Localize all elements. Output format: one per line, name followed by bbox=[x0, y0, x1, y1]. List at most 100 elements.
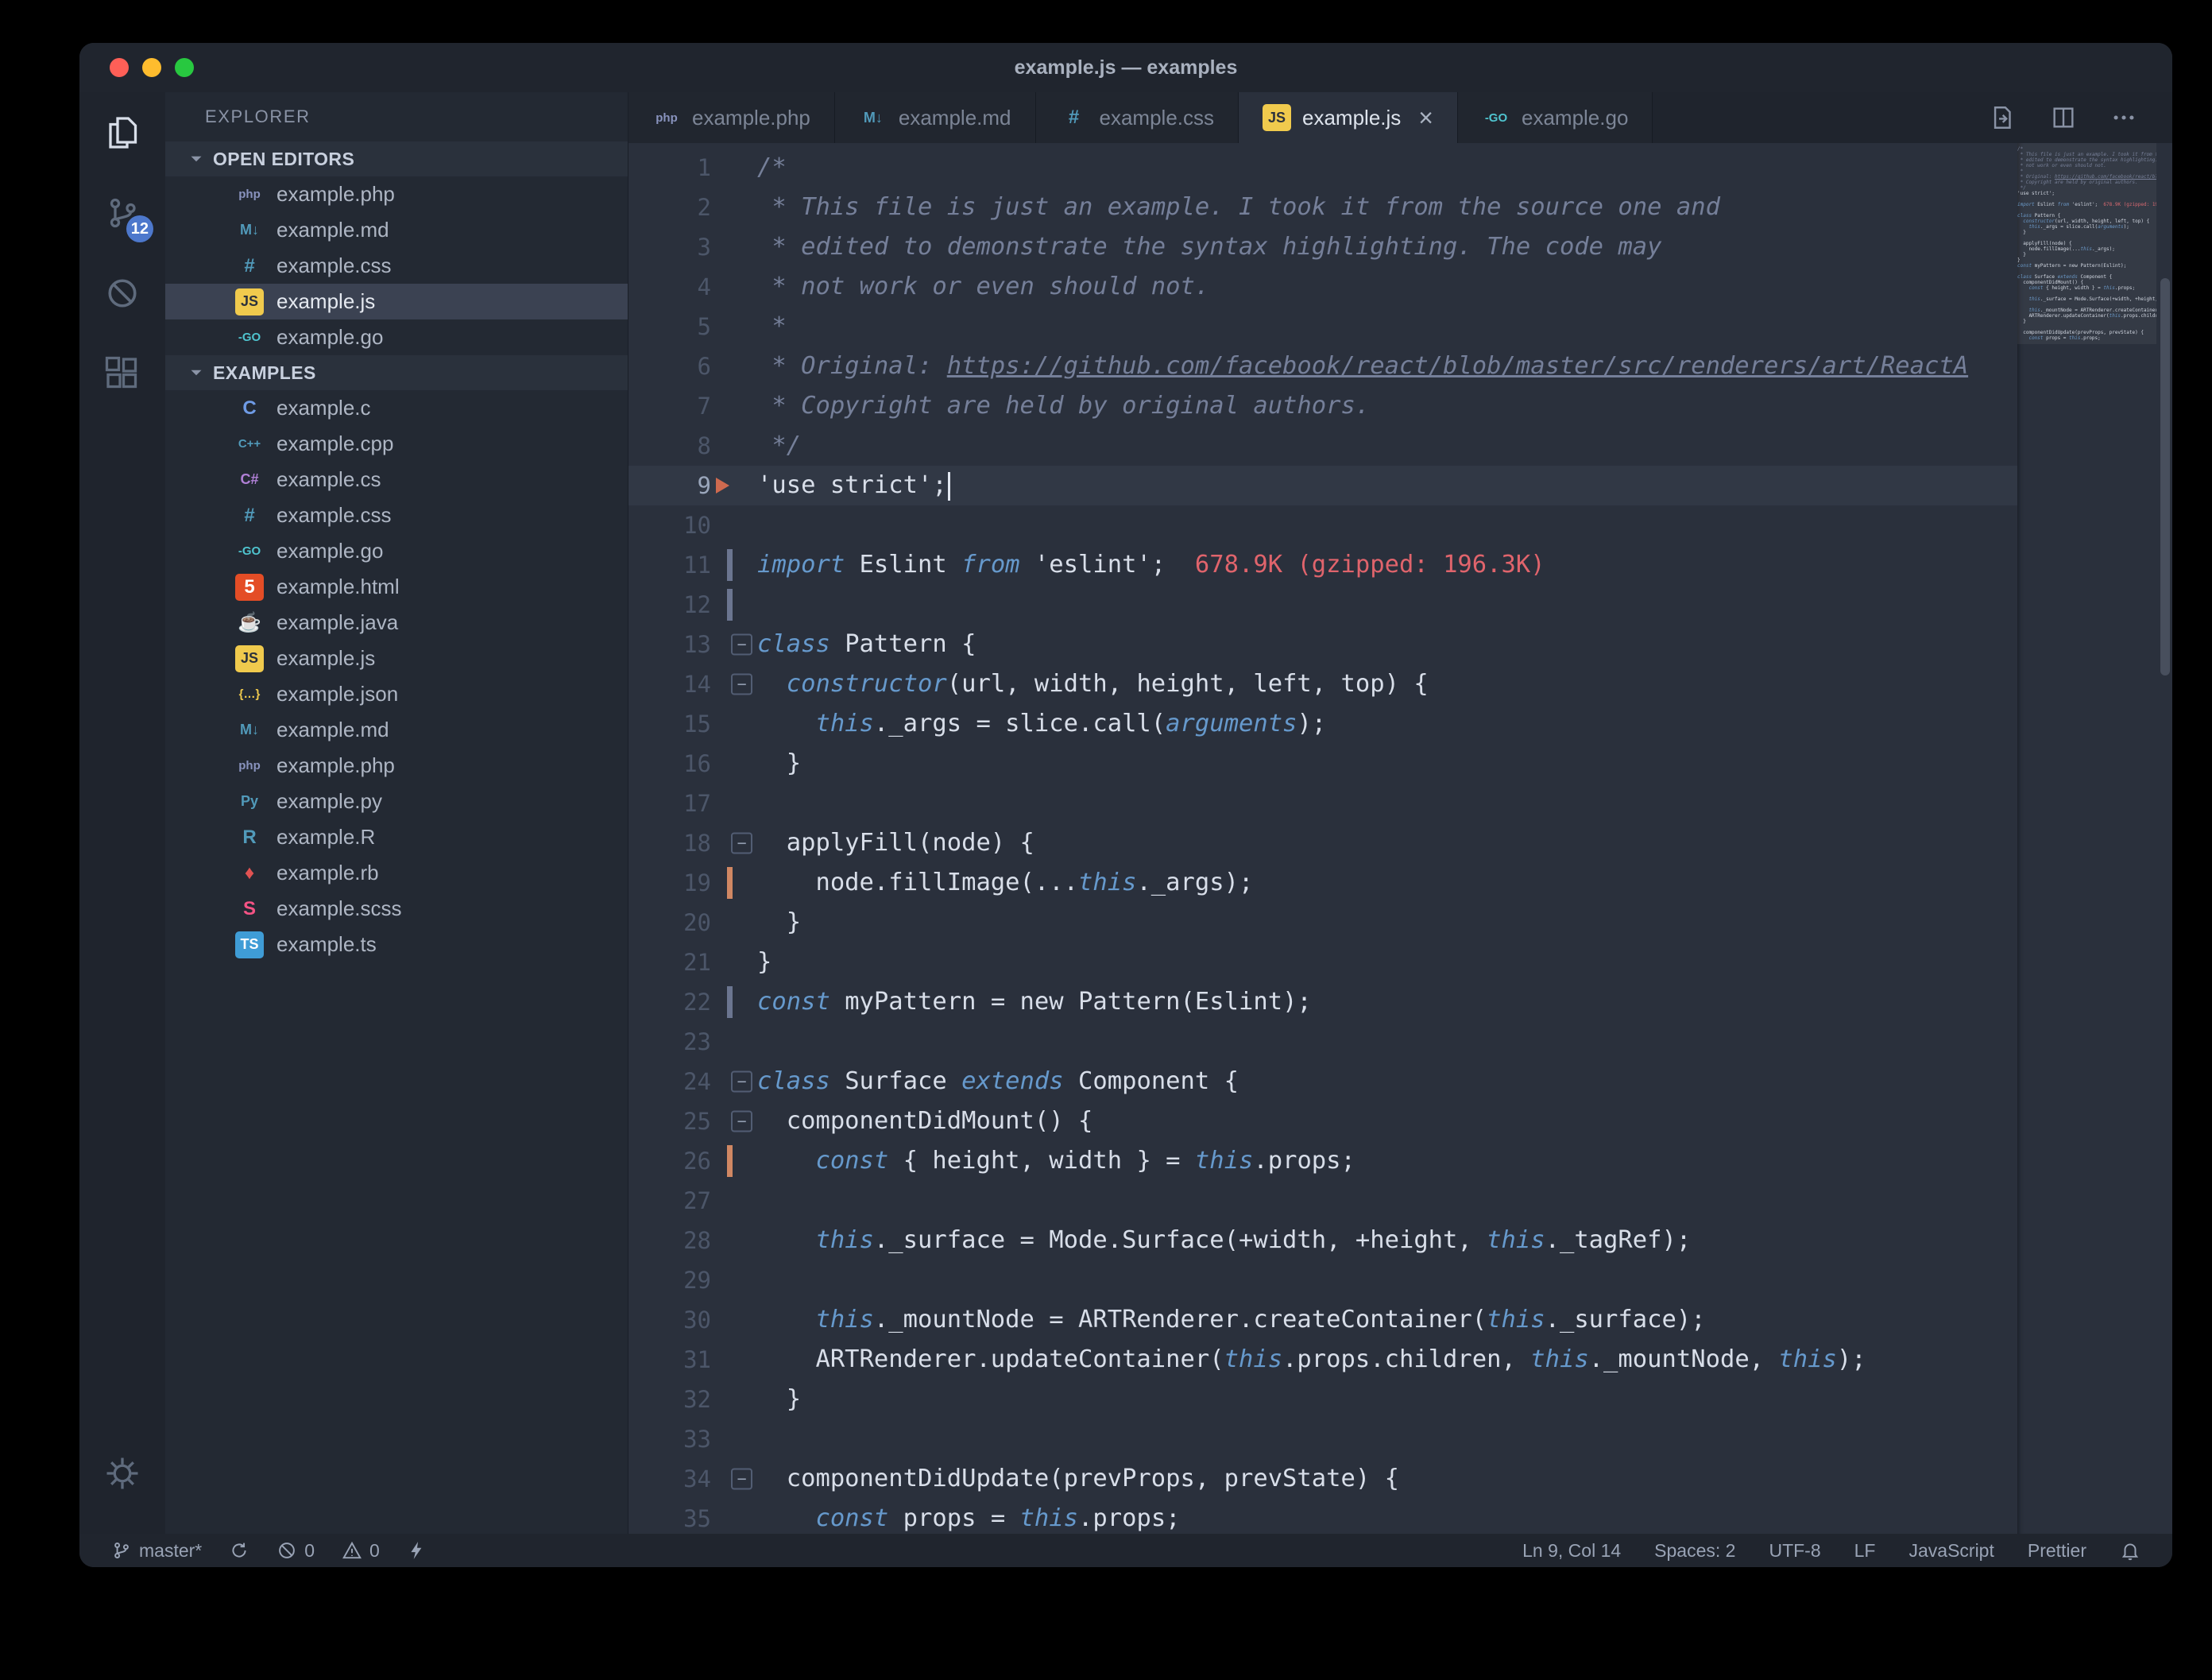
code-line-6[interactable]: 6 * Original: https://github.com/faceboo… bbox=[628, 346, 2017, 386]
gutter[interactable] bbox=[711, 1022, 757, 1062]
code-line-13[interactable]: 13− class Pattern { bbox=[628, 625, 2017, 664]
tab-example-css[interactable]: # example.css bbox=[1035, 92, 1239, 143]
status-spaces-2[interactable]: Spaces: 2 bbox=[1654, 1540, 1735, 1562]
gutter[interactable] bbox=[711, 1141, 757, 1181]
minimap-slider[interactable] bbox=[2017, 143, 2156, 344]
code-line-16[interactable]: 16 } bbox=[628, 744, 2017, 784]
gutter[interactable] bbox=[711, 1260, 757, 1300]
status-sync[interactable] bbox=[229, 1540, 249, 1561]
file-item-examples-example-go[interactable]: -GO example.go bbox=[165, 533, 628, 569]
code-line-14[interactable]: 14− constructor(url, width, height, left… bbox=[628, 664, 2017, 704]
gutter[interactable] bbox=[711, 784, 757, 823]
file-item-examples-example-css[interactable]: # example.css bbox=[165, 497, 628, 533]
gutter[interactable] bbox=[711, 1181, 757, 1221]
gutter[interactable] bbox=[711, 346, 757, 386]
code-line-27[interactable]: 27 bbox=[628, 1181, 2017, 1221]
tab-example-js[interactable]: JS example.js × bbox=[1239, 92, 1458, 143]
file-item-open-editors-example-js[interactable]: JS example.js bbox=[165, 284, 628, 319]
gutter[interactable]: − bbox=[711, 823, 757, 863]
fold-icon[interactable]: − bbox=[731, 1110, 752, 1132]
settings-gear-icon[interactable] bbox=[79, 1433, 165, 1513]
status-lightning[interactable] bbox=[407, 1540, 427, 1561]
open-changes-icon[interactable] bbox=[1990, 104, 2017, 131]
fold-icon[interactable]: − bbox=[731, 1070, 752, 1093]
activity-debug-disabled-icon[interactable] bbox=[79, 253, 165, 333]
gutter[interactable] bbox=[711, 148, 757, 188]
code-line-29[interactable]: 29 bbox=[628, 1260, 2017, 1300]
code-line-17[interactable]: 17 bbox=[628, 784, 2017, 823]
code-line-5[interactable]: 5 * bbox=[628, 307, 2017, 346]
more-actions-icon[interactable] bbox=[2110, 104, 2137, 131]
code-line-26[interactable]: 26 const { height, width } = this.props; bbox=[628, 1141, 2017, 1181]
gutter[interactable]: − bbox=[711, 1459, 757, 1499]
file-item-open-editors-example-go[interactable]: -GO example.go bbox=[165, 319, 628, 355]
minimap[interactable]: /* * This file is just an example. I too… bbox=[2017, 143, 2156, 1534]
fold-icon[interactable]: − bbox=[731, 673, 752, 695]
zoom-button[interactable] bbox=[175, 58, 194, 77]
gutter[interactable] bbox=[711, 744, 757, 784]
tab-example-md[interactable]: M↓ example.md bbox=[834, 92, 1036, 143]
fold-icon[interactable]: − bbox=[731, 832, 752, 854]
gutter[interactable]: − bbox=[711, 1101, 757, 1141]
gutter[interactable] bbox=[711, 227, 757, 267]
code-line-8[interactable]: 8 */ bbox=[628, 426, 2017, 466]
gutter[interactable] bbox=[711, 903, 757, 943]
code-line-34[interactable]: 34− componentDidUpdate(prevProps, prevSt… bbox=[628, 1459, 2017, 1499]
file-item-examples-example-js[interactable]: JS example.js bbox=[165, 641, 628, 676]
file-item-examples-example-html[interactable]: 5 example.html bbox=[165, 569, 628, 605]
gutter[interactable] bbox=[711, 188, 757, 227]
status-prettier[interactable]: Prettier bbox=[2028, 1540, 2086, 1562]
gutter[interactable] bbox=[711, 426, 757, 466]
code-line-7[interactable]: 7 * Copyright are held by original autho… bbox=[628, 386, 2017, 426]
fold-icon[interactable]: − bbox=[731, 633, 752, 656]
file-item-examples-example-c[interactable]: Cexample.c bbox=[165, 390, 628, 426]
file-item-examples-example-r[interactable]: Rexample.R bbox=[165, 819, 628, 855]
gutter[interactable]: − bbox=[711, 1062, 757, 1101]
code-line-35[interactable]: 35 const props = this.props; bbox=[628, 1499, 2017, 1534]
code-line-20[interactable]: 20 } bbox=[628, 903, 2017, 943]
file-item-examples-example-scss[interactable]: Sexample.scss bbox=[165, 891, 628, 927]
file-item-open-editors-example-css[interactable]: # example.css bbox=[165, 248, 628, 284]
split-editor-icon[interactable] bbox=[2050, 104, 2077, 131]
gutter[interactable] bbox=[711, 1499, 757, 1534]
gutter[interactable] bbox=[711, 585, 757, 625]
file-item-open-editors-example-php[interactable]: php example.php bbox=[165, 176, 628, 212]
code-line-12[interactable]: 12 bbox=[628, 585, 2017, 625]
code-line-1[interactable]: 1 /* bbox=[628, 148, 2017, 188]
code-line-30[interactable]: 30 this._mountNode = ARTRenderer.createC… bbox=[628, 1300, 2017, 1340]
minimize-button[interactable] bbox=[142, 58, 161, 77]
gutter[interactable] bbox=[711, 863, 757, 903]
fold-icon[interactable]: − bbox=[731, 1468, 752, 1490]
code-line-31[interactable]: 31 ARTRenderer.updateContainer(this.prop… bbox=[628, 1340, 2017, 1380]
close-tab-icon[interactable]: × bbox=[1418, 105, 1433, 130]
gutter[interactable] bbox=[711, 386, 757, 426]
file-item-examples-example-md[interactable]: M↓ example.md bbox=[165, 712, 628, 748]
gutter[interactable] bbox=[711, 1419, 757, 1459]
gutter[interactable] bbox=[711, 466, 757, 505]
scrollbar-thumb[interactable] bbox=[2160, 278, 2170, 675]
code-line-33[interactable]: 33 bbox=[628, 1419, 2017, 1459]
code-line-15[interactable]: 15 this._args = slice.call(arguments); bbox=[628, 704, 2017, 744]
file-item-examples-example-php[interactable]: php example.php bbox=[165, 748, 628, 784]
section-header-open-editors[interactable]: OPEN EDITORS bbox=[165, 141, 628, 176]
activity-source-control-icon[interactable]: 12 bbox=[79, 172, 165, 253]
tab-example-go[interactable]: -GO example.go bbox=[1457, 92, 1653, 143]
gutter[interactable] bbox=[711, 545, 757, 585]
gutter[interactable] bbox=[711, 1221, 757, 1260]
gutter[interactable]: − bbox=[711, 664, 757, 704]
file-item-examples-example-cpp[interactable]: C++ example.cpp bbox=[165, 426, 628, 462]
editor[interactable]: 1 /* 2 * This file is just an example. I t… bbox=[628, 143, 2172, 1534]
gutter[interactable] bbox=[711, 982, 757, 1022]
code-line-23[interactable]: 23 bbox=[628, 1022, 2017, 1062]
code-line-4[interactable]: 4 * not work or even should not. bbox=[628, 267, 2017, 307]
status-lf[interactable]: LF bbox=[1854, 1540, 1876, 1562]
code-line-18[interactable]: 18− applyFill(node) { bbox=[628, 823, 2017, 863]
file-item-examples-example-cs[interactable]: C# example.cs bbox=[165, 462, 628, 497]
status-git-branch[interactable]: master* bbox=[111, 1540, 202, 1562]
gutter[interactable]: − bbox=[711, 625, 757, 664]
status-ln-9-col-14[interactable]: Ln 9, Col 14 bbox=[1522, 1540, 1621, 1562]
activity-explorer-icon[interactable] bbox=[79, 92, 165, 172]
gutter[interactable] bbox=[711, 1300, 757, 1340]
status-utf-8[interactable]: UTF-8 bbox=[1769, 1540, 1820, 1562]
code-line-2[interactable]: 2 * This file is just an example. I took… bbox=[628, 188, 2017, 227]
